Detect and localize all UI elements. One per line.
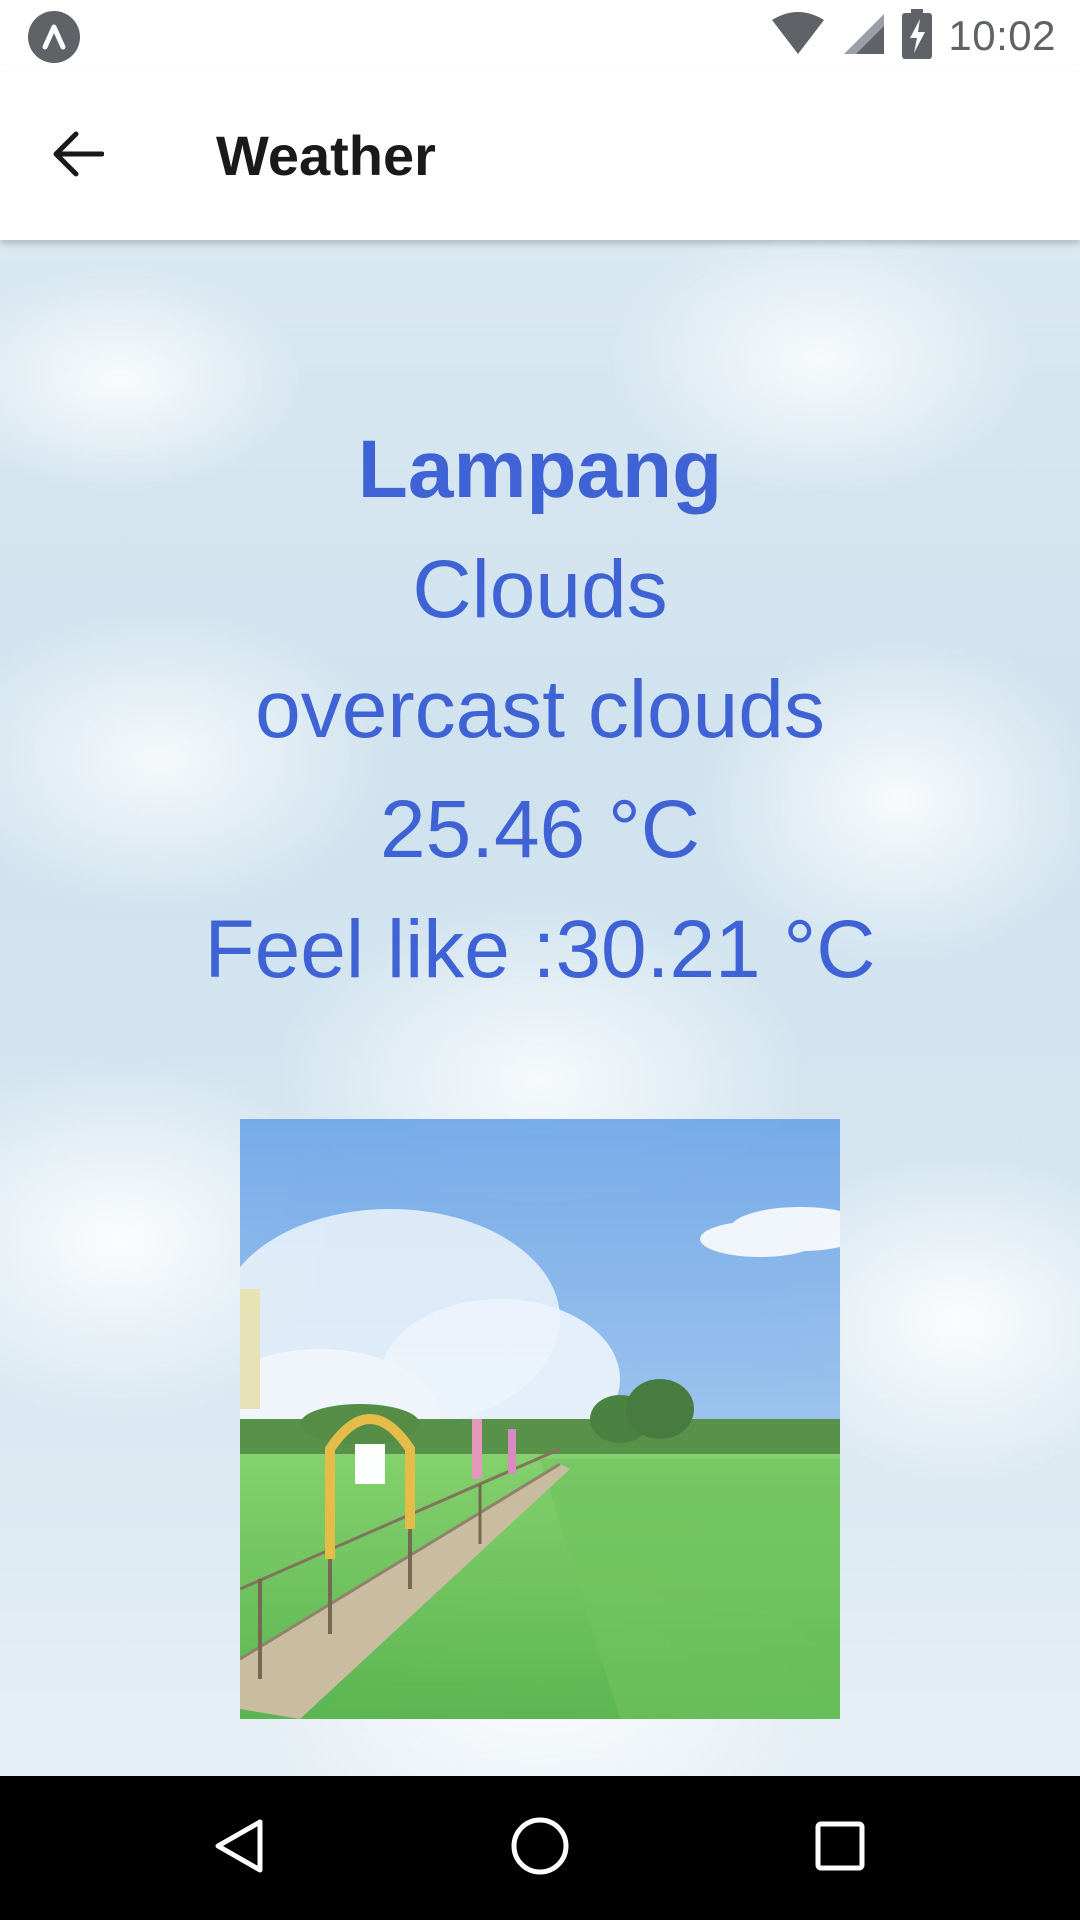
app-notification-icon (28, 11, 80, 63)
app-bar: Weather (0, 72, 1080, 240)
feels-like: Feel like :30.21 °C (204, 904, 876, 995)
battery-charging-icon (902, 8, 933, 64)
wifi-icon (770, 11, 826, 61)
weather-content: Lampang Clouds overcast clouds 25.46 °C … (0, 240, 1080, 1776)
page-title: Weather (216, 124, 436, 187)
arrow-back-icon (52, 130, 105, 183)
nav-home-button[interactable] (504, 1812, 576, 1884)
city-photo (240, 1119, 840, 1719)
nav-back-button[interactable] (204, 1812, 276, 1884)
weather-description: overcast clouds (255, 664, 825, 755)
status-time: 10:02 (948, 12, 1056, 59)
navigation-bar (0, 1776, 1080, 1920)
back-triangle-icon (210, 1816, 270, 1881)
nav-recents-button[interactable] (804, 1812, 876, 1884)
back-button[interactable] (38, 120, 118, 192)
signal-icon (842, 12, 886, 61)
weather-main: Clouds (412, 544, 668, 635)
status-icons: 10:02 (770, 8, 1056, 64)
city-name: Lampang (357, 424, 723, 515)
temperature: 25.46 °C (380, 784, 700, 875)
home-circle-icon (508, 1814, 572, 1883)
recents-square-icon (812, 1818, 868, 1879)
status-bar: 10:02 (0, 0, 1080, 72)
